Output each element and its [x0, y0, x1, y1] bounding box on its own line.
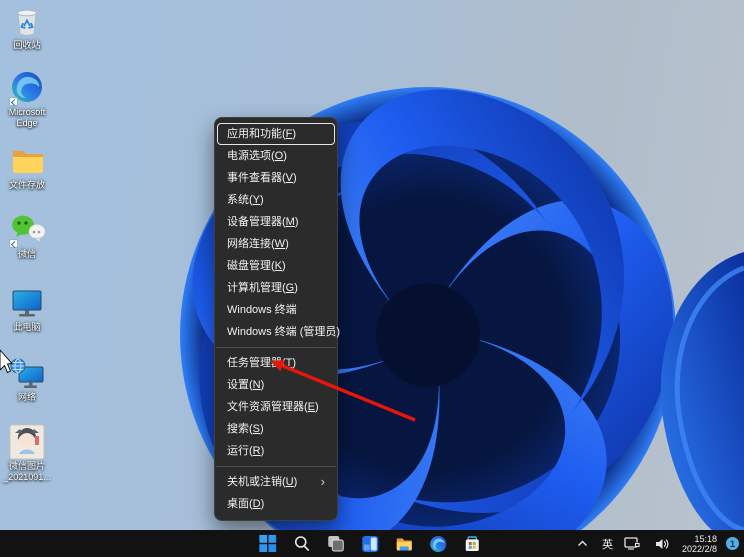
- submenu-chevron-icon: ›: [321, 471, 325, 493]
- desktop-icon-label: 此电脑: [3, 322, 51, 333]
- menu-item-disk-management[interactable]: 磁盘管理(K): [215, 255, 337, 277]
- tray-chevron-button[interactable]: [572, 533, 593, 554]
- widgets-button[interactable]: [359, 533, 380, 554]
- clock-date: 2022/2/8: [682, 544, 717, 554]
- desktop-icon-wechat-image[interactable]: 微信图片 _2021091...: [3, 424, 51, 482]
- menu-item-task-manager[interactable]: 任务管理器(T): [215, 352, 337, 374]
- ethernet-icon: [624, 537, 640, 550]
- menu-item-computer-management[interactable]: 计算机管理(G): [215, 277, 337, 299]
- desktop-icon-label: 文件存放: [3, 180, 51, 191]
- desktop-icon-wechat[interactable]: 微信: [3, 212, 51, 260]
- desktop-icon-folder[interactable]: 文件存放: [3, 143, 51, 191]
- microsoft-store-button[interactable]: [461, 533, 482, 554]
- folder-icon: [9, 143, 45, 179]
- taskbar: 英 15:18 2022/2/8 1: [0, 530, 744, 557]
- menu-separator: [216, 347, 336, 348]
- menu-item-event-viewer[interactable]: 事件查看器(V): [215, 167, 337, 189]
- widgets-icon: [361, 535, 379, 553]
- desktop-icon-label: 微信图片 _2021091...: [3, 461, 51, 482]
- start-button[interactable]: [257, 533, 278, 554]
- menu-item-device-manager[interactable]: 设备管理器(M): [215, 211, 337, 233]
- task-view-button[interactable]: [325, 533, 346, 554]
- menu-item-desktop[interactable]: 桌面(D): [215, 493, 337, 515]
- wechat-icon: [9, 212, 45, 248]
- desktop-icon-label: 微信: [3, 249, 51, 260]
- volume-tray-button[interactable]: [652, 533, 673, 554]
- file-explorer-button[interactable]: [393, 533, 414, 554]
- menu-item-settings[interactable]: 设置(N): [215, 374, 337, 396]
- this-pc-icon: [9, 285, 45, 321]
- edge-taskbar-button[interactable]: [427, 533, 448, 554]
- shortcut-arrow-icon: [9, 97, 18, 106]
- speaker-icon: [655, 538, 669, 550]
- edge-icon: [429, 535, 447, 553]
- task-view-icon: [327, 535, 344, 552]
- menu-item-system[interactable]: 系统(Y): [215, 189, 337, 211]
- desktop-icon-label: 回收站: [3, 40, 51, 51]
- desktop-icon-recycle-bin[interactable]: 回收站: [3, 3, 51, 51]
- image-thumbnail: [9, 424, 45, 460]
- search-icon: [293, 535, 310, 552]
- menu-item-windows-terminal-admin[interactable]: Windows 终端 (管理员): [215, 321, 337, 343]
- windows-desktop: 回收站 Microsoft Edge 文件存放: [0, 0, 744, 557]
- menu-separator: [216, 466, 336, 467]
- desktop-icon-label: 网络: [3, 392, 51, 403]
- recycle-bin-icon: [9, 3, 45, 39]
- windows-logo-icon: [259, 535, 276, 552]
- desktop-icon-network[interactable]: 网络: [3, 355, 51, 403]
- menu-item-run[interactable]: 运行(R): [215, 440, 337, 462]
- taskbar-center-icons: [257, 533, 482, 554]
- menu-item-power-options[interactable]: 电源选项(O): [215, 145, 337, 167]
- search-button[interactable]: [291, 533, 312, 554]
- menu-item-network-connections[interactable]: 网络连接(W): [215, 233, 337, 255]
- menu-item-file-explorer[interactable]: 文件资源管理器(E): [215, 396, 337, 418]
- bloom-wallpaper-graphic: [0, 0, 744, 557]
- network-tray-button[interactable]: [622, 533, 643, 554]
- winx-context-menu: 应用和功能(F) 电源选项(O) 事件查看器(V) 系统(Y) 设备管理器(M)…: [214, 117, 338, 521]
- desktop-icon-this-pc[interactable]: 此电脑: [3, 285, 51, 333]
- ime-indicator[interactable]: 英: [602, 536, 613, 552]
- shortcut-arrow-icon: [9, 239, 18, 248]
- desktop-icon-label: Microsoft Edge: [3, 107, 51, 128]
- notification-badge[interactable]: 1: [726, 537, 739, 550]
- edge-icon: [9, 70, 45, 106]
- file-explorer-icon: [395, 535, 413, 553]
- menu-item-apps-features[interactable]: 应用和功能(F): [217, 123, 335, 145]
- system-tray: 英 15:18 2022/2/8 1: [572, 530, 739, 557]
- menu-item-windows-terminal[interactable]: Windows 终端: [215, 299, 337, 321]
- chevron-up-icon: [577, 540, 588, 547]
- clock-time: 15:18: [682, 534, 717, 544]
- microsoft-store-icon: [463, 535, 481, 553]
- menu-item-shutdown-signout[interactable]: 关机或注销(U) ›: [215, 471, 337, 493]
- clock[interactable]: 15:18 2022/2/8: [682, 534, 717, 554]
- desktop-icon-microsoft-edge[interactable]: Microsoft Edge: [3, 70, 51, 128]
- menu-item-search[interactable]: 搜索(S): [215, 418, 337, 440]
- network-icon: [9, 355, 45, 391]
